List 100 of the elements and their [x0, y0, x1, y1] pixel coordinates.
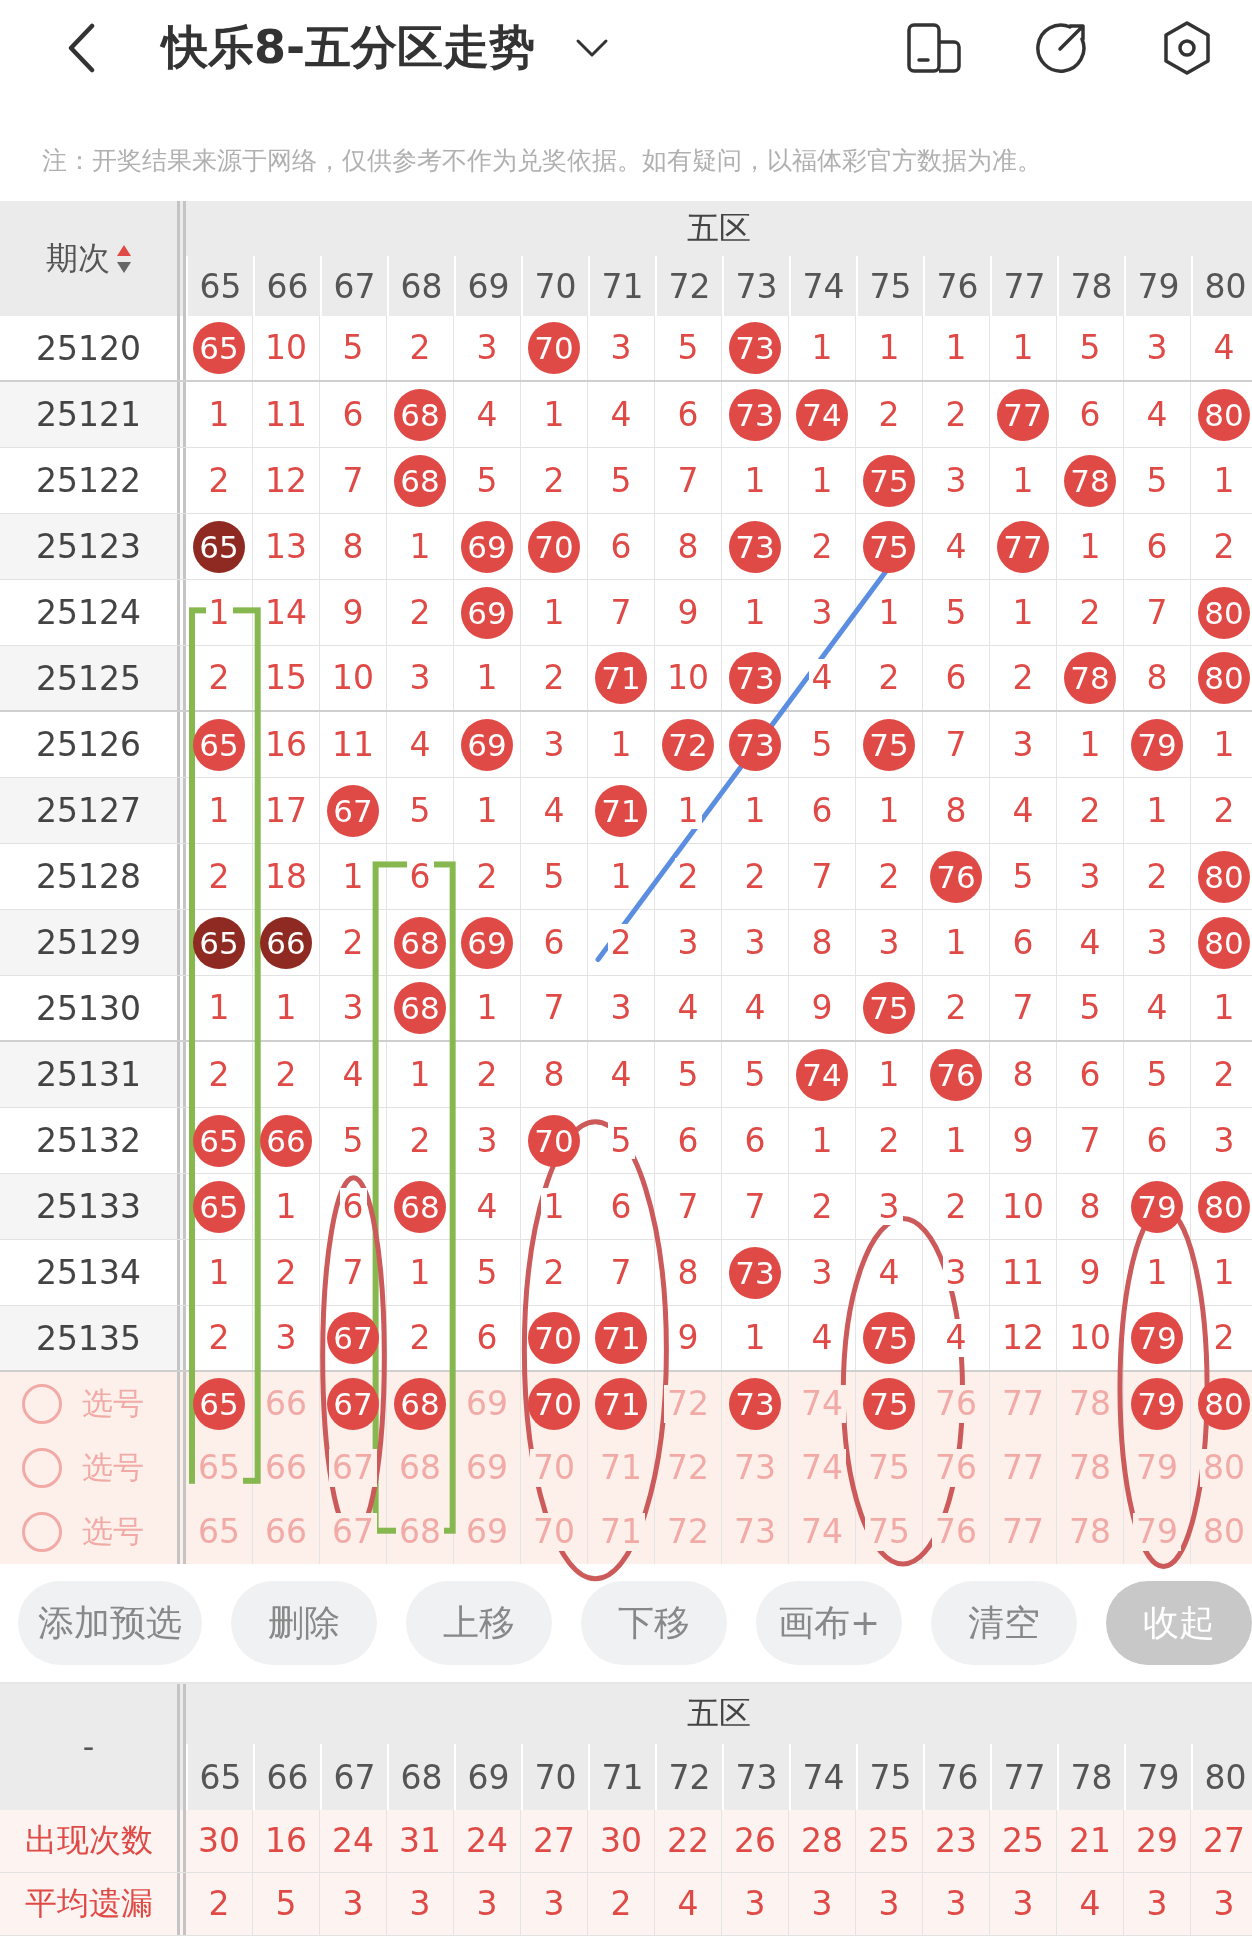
number-ball: 73	[729, 322, 781, 374]
stat-value: 3	[542, 1885, 566, 1923]
column-heading: 67	[333, 266, 376, 306]
page-title: 快乐8-五分区走势	[162, 19, 536, 76]
number-ball: 68	[394, 1180, 446, 1233]
number-ball: 70	[528, 1114, 580, 1167]
pick-label[interactable]: 选号	[82, 1511, 144, 1553]
number-ball: 80	[1198, 652, 1250, 704]
action-button[interactable]: 画布+	[756, 1581, 902, 1665]
number-ball[interactable]: 79	[1131, 1378, 1183, 1430]
issue-number: 25131	[36, 1055, 141, 1094]
number-ball[interactable]: 70	[528, 1378, 580, 1430]
number-ball: 75	[863, 1312, 915, 1364]
number-ball[interactable]: 71	[595, 1378, 647, 1430]
number-ball: 77	[997, 520, 1049, 573]
number-ball[interactable]: 75	[863, 1378, 915, 1430]
number-ball: 79	[1131, 1312, 1183, 1364]
number-ball: 80	[1198, 388, 1250, 441]
stat-value: 3	[408, 1885, 432, 1923]
action-button[interactable]: 添加预选	[18, 1581, 202, 1665]
number-ball: 70	[528, 322, 580, 374]
radio-button[interactable]	[22, 1512, 62, 1552]
issue-number: 25122	[36, 461, 141, 500]
number-ball: 66	[260, 916, 312, 969]
stat-value: 3	[1145, 1885, 1169, 1923]
dropdown-caret-icon[interactable]	[575, 38, 610, 58]
issue-number: 25133	[36, 1187, 141, 1226]
number-ball: 71	[595, 1312, 647, 1364]
radio-button[interactable]	[22, 1384, 62, 1424]
number-ball[interactable]: 65	[193, 1378, 245, 1430]
radio-button[interactable]	[22, 1448, 62, 1488]
column-heading: 71	[601, 1757, 644, 1797]
number-ball: 65	[193, 322, 245, 374]
group-heading: 五区	[687, 1693, 751, 1734]
number-ball: 76	[930, 850, 982, 903]
device-icon[interactable]	[906, 22, 962, 74]
column-heading: 67	[333, 1757, 376, 1797]
number-ball: 75	[863, 520, 915, 573]
number-ball: 69	[461, 718, 513, 771]
stat-value: 4	[676, 1885, 700, 1923]
pick-label[interactable]: 选号	[82, 1383, 144, 1425]
number-ball: 74	[796, 1048, 848, 1101]
number-ball[interactable]: 68	[394, 1378, 446, 1430]
back-icon[interactable]	[66, 23, 96, 73]
column-heading: 76	[936, 1757, 979, 1797]
column-heading: 73	[735, 1757, 778, 1797]
column-heading: 69	[467, 266, 510, 306]
number-ball[interactable]: 73	[729, 1378, 781, 1430]
issue-number: 25125	[36, 658, 141, 698]
action-button[interactable]: 下移	[581, 1581, 727, 1665]
omission-count: 5	[607, 1121, 635, 1160]
number-ball: 80	[1198, 586, 1250, 639]
stat-value: 3	[810, 1885, 834, 1923]
issue-number: 25123	[36, 527, 141, 566]
issue-number: 25132	[36, 1121, 141, 1160]
number-ball: 69	[461, 916, 513, 969]
number-ball[interactable]: 67	[327, 1378, 379, 1430]
column-heading: 72	[668, 266, 711, 306]
column-heading: 66	[266, 1757, 309, 1797]
number-ball: 73	[729, 652, 781, 704]
column-heading: 69	[467, 1757, 510, 1797]
action-button[interactable]: 删除	[231, 1581, 377, 1665]
pick-number[interactable]: 67	[329, 1449, 377, 1487]
action-button[interactable]: 上移	[406, 1581, 552, 1665]
issue-heading[interactable]: 期次	[45, 236, 110, 281]
stat-value: 2	[207, 1885, 231, 1923]
disclaimer-note: 注：开奖结果来源于网络，仅供参考不作为兑奖依据。如有疑问，以福体彩官方数据为准。	[41, 145, 1043, 177]
stat-value: 21	[1068, 1822, 1112, 1860]
sort-icon[interactable]	[115, 243, 132, 274]
stat-value: 3	[877, 1885, 901, 1923]
stat-value: 24	[465, 1822, 509, 1860]
number-ball: 73	[729, 1246, 781, 1299]
number-ball: 78	[1064, 454, 1116, 507]
column-heading: 70	[534, 1757, 577, 1797]
issue-number: 25135	[36, 1318, 141, 1358]
stat-value: 27	[1202, 1822, 1246, 1860]
pick-number[interactable]: 65	[195, 1449, 243, 1487]
issue-number: 25129	[36, 923, 141, 962]
pick-number[interactable]: 79	[1133, 1513, 1181, 1551]
number-ball: 75	[863, 982, 915, 1034]
stat-value: 23	[934, 1822, 978, 1860]
column-heading: 65	[199, 266, 242, 306]
number-ball: 71	[595, 652, 647, 704]
number-ball: 74	[796, 388, 848, 441]
number-ball: 65	[193, 520, 245, 573]
number-ball: 72	[662, 718, 714, 771]
action-button[interactable]: 清空	[931, 1581, 1077, 1665]
number-ball: 75	[863, 718, 915, 771]
share-icon[interactable]	[1034, 21, 1088, 75]
number-ball: 68	[394, 388, 446, 441]
stat-value: 3	[341, 1885, 365, 1923]
number-ball: 69	[461, 520, 513, 573]
stat-value: 24	[331, 1822, 375, 1860]
number-ball: 76	[930, 1048, 982, 1101]
number-ball[interactable]: 80	[1198, 1378, 1250, 1430]
number-ball: 67	[327, 784, 379, 837]
column-heading: 75	[869, 266, 912, 306]
pick-label[interactable]: 选号	[82, 1447, 144, 1489]
column-heading: 66	[266, 266, 309, 306]
number-ball: 69	[461, 586, 513, 639]
